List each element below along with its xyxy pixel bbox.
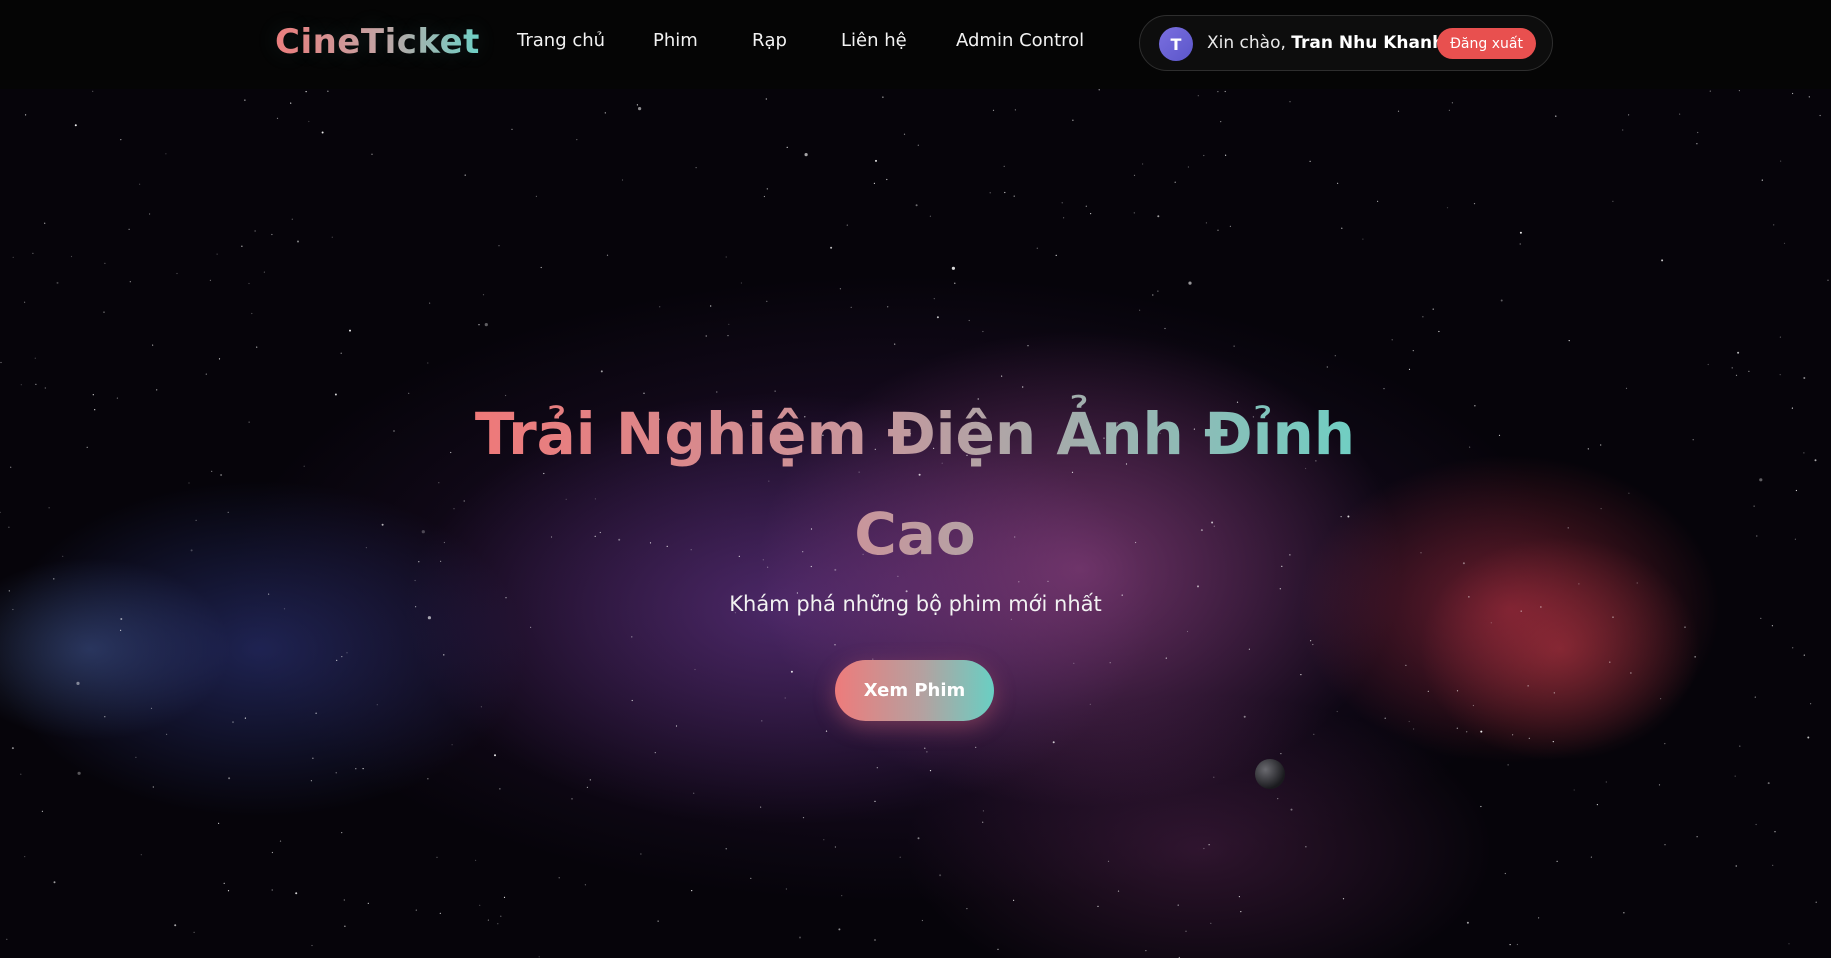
avatar[interactable]: T	[1159, 27, 1193, 61]
navbar: CineTicket Trang chủ Phim Rạp Liên hệ Ad…	[0, 0, 1831, 89]
greeting-prefix: Xin chào,	[1207, 33, 1292, 53]
user-greeting: Xin chào, Tran Nhu Khanh	[1207, 33, 1444, 53]
hero-subtitle: Khám phá những bộ phim mới nhất	[729, 592, 1102, 616]
logout-button[interactable]: Đăng xuất	[1437, 28, 1536, 59]
watch-movies-button[interactable]: Xem Phim	[835, 660, 994, 721]
user-name: Tran Nhu Khanh	[1291, 33, 1445, 53]
user-panel: T Xin chào, Tran Nhu Khanh Đăng xuất	[1139, 15, 1553, 71]
nav-item-contact[interactable]: Liên hệ	[841, 30, 907, 51]
nav-item-cinemas[interactable]: Rạp	[752, 30, 787, 51]
brand-logo[interactable]: CineTicket	[275, 22, 480, 62]
nav-item-movies[interactable]: Phim	[653, 30, 698, 51]
hero-banner: Trải Nghiệm Điện Ảnh Đỉnh Cao Khám phá n…	[0, 89, 1831, 958]
nav-item-home[interactable]: Trang chủ	[517, 30, 605, 51]
hero-title: Trải Nghiệm Điện Ảnh Đỉnh Cao	[465, 384, 1365, 584]
nav-item-admin-control[interactable]: Admin Control	[956, 30, 1084, 51]
hero-content: Trải Nghiệm Điện Ảnh Đỉnh Cao Khám phá n…	[0, 89, 1831, 958]
